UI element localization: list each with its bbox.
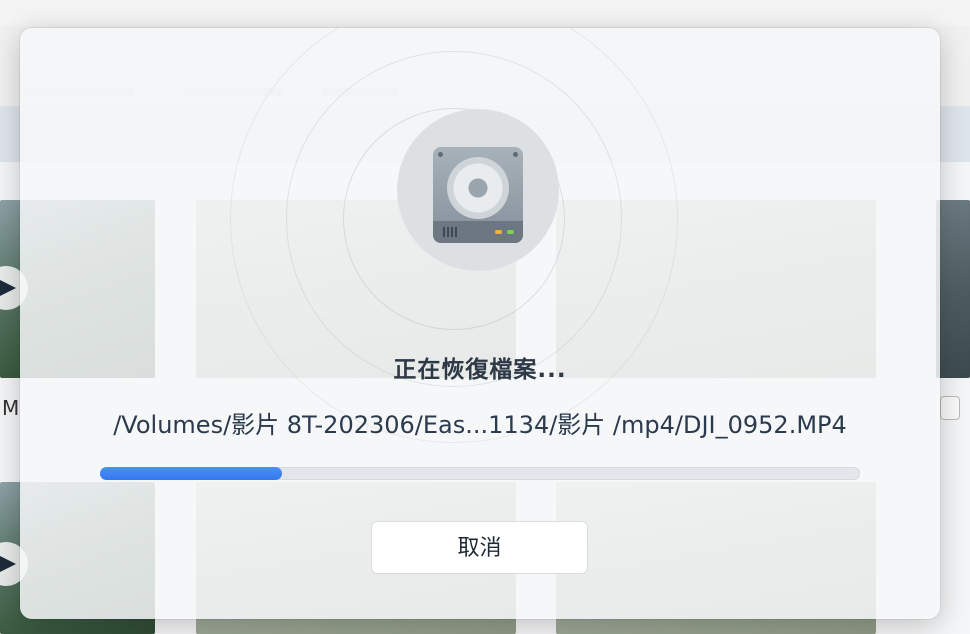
drive-led-amber — [495, 230, 502, 234]
current-file-path: /Volumes/影片 8T-202306/Eas...1134/影片 /mp4… — [113, 411, 847, 439]
recovery-status-title: 正在恢復檔案... — [393, 357, 567, 383]
hard-drive-icon — [433, 147, 523, 243]
cancel-button[interactable]: 取消 — [371, 521, 588, 574]
background-item-label: M — [2, 396, 20, 420]
disk-platter — [447, 157, 509, 219]
hard-drive-icon-badge — [397, 109, 559, 271]
background-titlebar — [0, 0, 970, 26]
recovery-progress-bar — [100, 467, 860, 480]
recovery-progress-dialog: 正在恢復檔案... /Volumes/影片 8T-202306/Eas...11… — [20, 28, 940, 619]
video-thumbnail — [936, 200, 970, 378]
background-checkbox — [940, 396, 960, 420]
recovery-progress-fill — [100, 467, 283, 480]
drive-led-green — [507, 230, 514, 234]
drive-vents — [443, 227, 459, 237]
